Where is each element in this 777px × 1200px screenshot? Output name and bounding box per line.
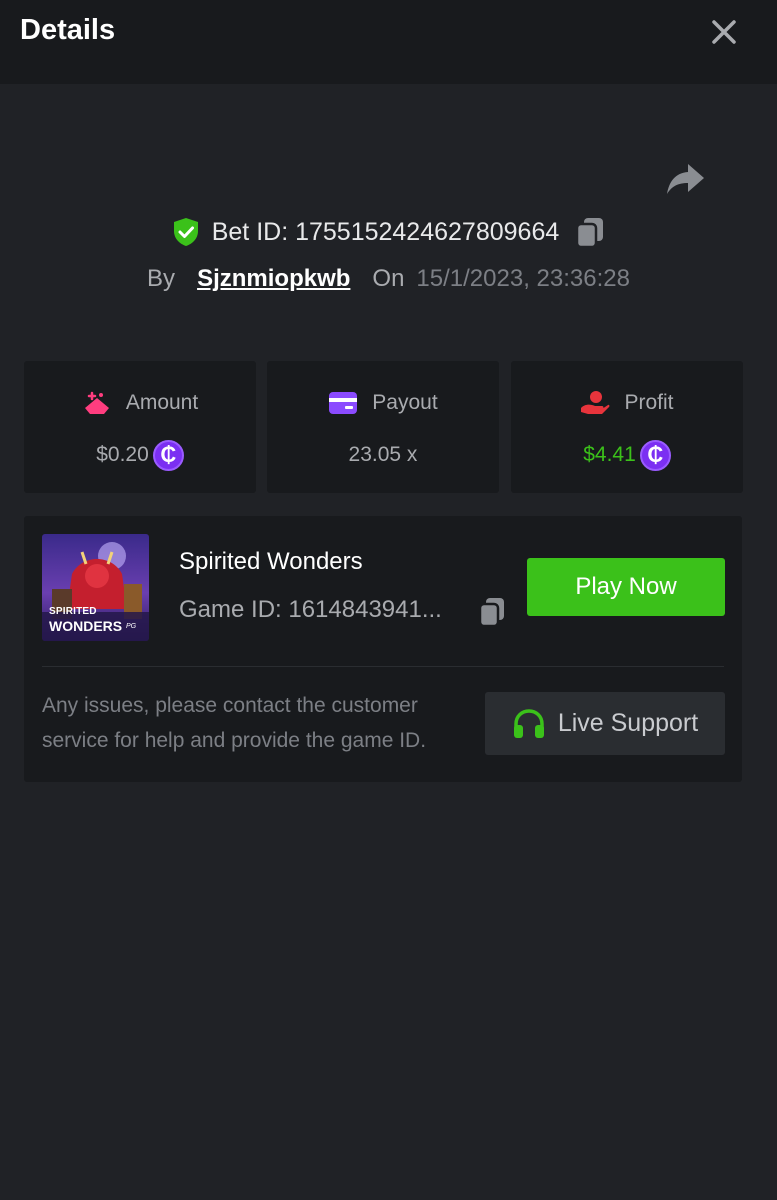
help-text: Any issues, please contact the customer … — [42, 694, 427, 752]
bet-datetime: 15/1/2023, 23:36:28 — [416, 265, 630, 292]
coin-icon: ₵ — [639, 439, 671, 471]
profit-hand-icon — [581, 391, 610, 414]
credit-card-icon — [329, 392, 358, 414]
copy-icon[interactable] — [575, 216, 605, 248]
headset-icon — [513, 708, 544, 738]
game-id: Game ID: 1614843941... — [179, 596, 442, 623]
close-icon[interactable] — [704, 12, 744, 52]
shield-check-icon — [173, 218, 198, 246]
stat-card-profit: Profit $4.41 ₵ — [511, 361, 743, 493]
stat-card-amount: Amount $0.20 ₵ — [24, 361, 256, 493]
by-label: By — [147, 265, 176, 292]
stat-label: Profit — [624, 391, 674, 414]
live-support-label: Live Support — [557, 709, 699, 737]
stat-value: $0.20 — [96, 443, 149, 466]
stat-card-payout: Payout 23.05 x — [267, 361, 499, 493]
bet-id: Bet ID: 1755152424627809664 — [211, 217, 560, 246]
divider — [42, 666, 724, 667]
bet-meta-row: By Sjznmiopkwb On 15/1/2023, 23:36:28 — [0, 262, 777, 296]
coin-icon: ₵ — [152, 439, 184, 471]
username-link[interactable]: Sjznmiopkwb — [197, 265, 350, 293]
thumb-title-line1: SPIRITED — [49, 606, 97, 617]
share-icon[interactable] — [664, 158, 706, 198]
game-thumbnail[interactable]: SPIRITED WONDERS PG — [42, 534, 149, 641]
page-title: Details — [20, 14, 116, 46]
copy-icon[interactable] — [478, 596, 506, 628]
thumb-brand: PG — [126, 623, 137, 630]
game-card: SPIRITED WONDERS PG Spirited Wonders Gam… — [24, 516, 742, 782]
play-now-button[interactable]: Play Now — [527, 558, 725, 616]
stat-value: 23.05 x — [348, 443, 418, 466]
live-support-button[interactable]: Live Support — [485, 692, 725, 755]
top-bar: Details — [0, 0, 777, 84]
bet-id-row: Bet ID: 1755152424627809664 — [0, 210, 777, 254]
thumb-title-line2: WONDERS — [49, 618, 123, 634]
stat-label: Amount — [125, 391, 199, 414]
on-label: On — [372, 265, 405, 292]
stat-label: Payout — [372, 391, 438, 414]
amount-icon — [84, 391, 109, 414]
stat-value: $4.41 — [583, 443, 636, 466]
game-name: Spirited Wonders — [179, 548, 363, 575]
